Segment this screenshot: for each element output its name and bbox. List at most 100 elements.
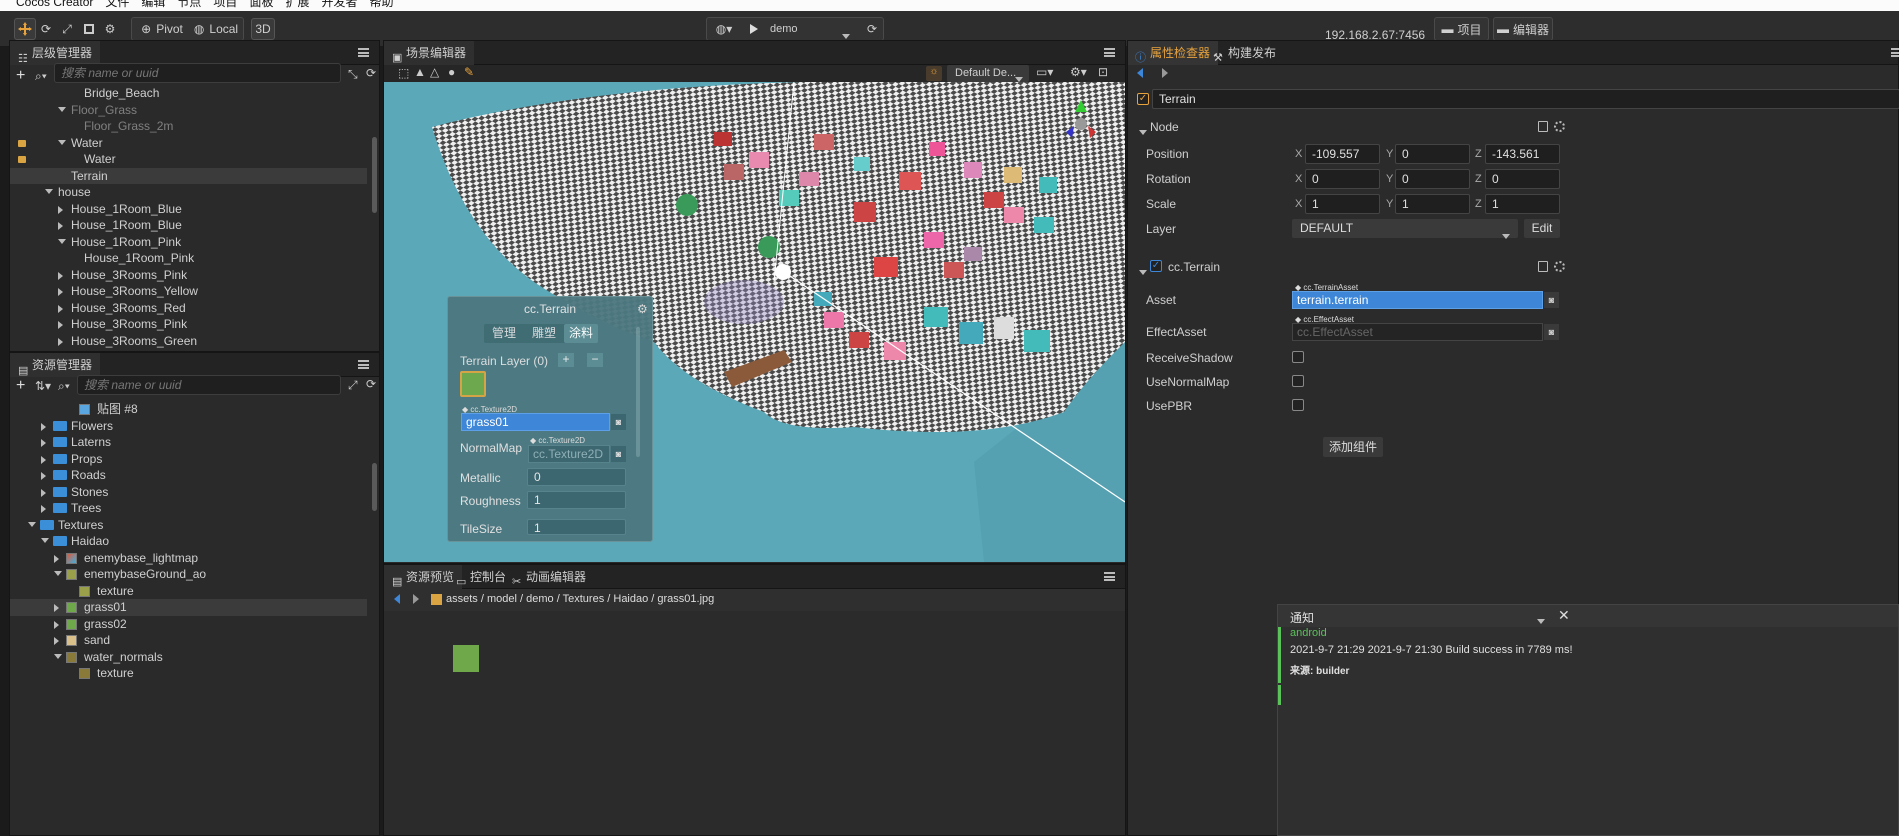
light-gizmo[interactable] [775, 264, 791, 280]
gear-icon[interactable]: ⚙▾ [1070, 65, 1087, 79]
breadcrumb-item[interactable]: Haidao [613, 593, 648, 605]
tab-scene[interactable]: ▣ 场景编辑器 [384, 41, 475, 65]
chevron-down-icon[interactable] [58, 139, 66, 145]
select-icon[interactable]: ⬚ [398, 66, 409, 80]
chevron-down-icon[interactable] [41, 538, 49, 543]
tab-animation[interactable]: ✂ 动画编辑器 [504, 565, 594, 589]
asset-field[interactable]: terrain.terrain [1292, 291, 1543, 309]
pivot-button[interactable]: ⊕ Pivot [136, 18, 188, 40]
editor-button[interactable]: ▬ 编辑器 [1494, 18, 1552, 40]
position-x-input[interactable]: -109.557 [1305, 144, 1380, 164]
effect-asset-field[interactable]: cc.EffectAsset [1292, 323, 1543, 341]
gear-icon[interactable] [1554, 121, 1565, 132]
breadcrumb-item[interactable]: Textures [563, 593, 605, 605]
chevron-right-icon[interactable] [41, 505, 46, 513]
bottom-menu-icon[interactable] [1104, 572, 1115, 581]
tab-inspector[interactable]: ⓘ 属性检查器 [1128, 41, 1219, 65]
asset-item[interactable]: 贴图 #8 [10, 401, 367, 418]
tab-manage[interactable]: 管理 [484, 324, 524, 343]
position-y-input[interactable]: 0 [1395, 144, 1470, 164]
menu-project[interactable]: 项目 [213, 0, 237, 11]
hierarchy-node[interactable]: House_1Room_Blue [10, 217, 367, 234]
breadcrumb-item[interactable]: assets [446, 593, 478, 605]
hierarchy-scrollbar[interactable] [372, 137, 377, 213]
asset-item[interactable]: Laterns [10, 434, 367, 451]
menu-developer[interactable]: 开发者 [321, 0, 357, 11]
mode-3d-button[interactable]: 3D [251, 18, 275, 40]
scale-z-input[interactable]: 1 [1485, 194, 1560, 214]
refresh-icon[interactable]: ⟳ [366, 66, 376, 80]
gear-icon[interactable]: ⚙ [637, 302, 648, 316]
menu-panel[interactable]: 面板 [249, 0, 273, 11]
chevron-down-icon[interactable] [1139, 264, 1147, 278]
hierarchy-node[interactable]: House_3Rooms_Pink [10, 316, 367, 333]
back-icon[interactable] [1137, 68, 1143, 78]
gear-icon[interactable] [1554, 261, 1565, 272]
asset-item[interactable]: Roads [10, 467, 367, 484]
chevron-right-icon[interactable] [41, 472, 46, 480]
chevron-right-icon[interactable] [58, 304, 63, 313]
menu-node[interactable]: 节点 [177, 0, 201, 11]
chevron-right-icon[interactable] [58, 271, 63, 280]
menu-edit[interactable]: 编辑 [141, 0, 165, 11]
asset-item[interactable]: texture [10, 583, 367, 600]
asset-item[interactable]: enemybase_lightmap [10, 550, 367, 567]
inspector-menu-icon[interactable] [1891, 48, 1899, 57]
drop-icon[interactable]: ● [448, 65, 455, 79]
pick-asset-icon[interactable]: ◙ [611, 414, 626, 430]
tilesize-input[interactable]: 1 [527, 519, 626, 535]
close-icon[interactable]: ✕ [1558, 607, 1570, 624]
asset-item[interactable]: Stones [10, 484, 367, 501]
assets-menu-icon[interactable] [358, 360, 369, 369]
scale-y-input[interactable]: 1 [1395, 194, 1470, 214]
hierarchy-node[interactable]: House_3Rooms_Pink [10, 267, 367, 284]
hierarchy-node[interactable]: Water [10, 135, 367, 152]
chevron-down-icon[interactable] [58, 106, 66, 112]
lock-icon[interactable] [18, 139, 26, 147]
add-asset-icon[interactable]: + [16, 377, 25, 395]
pick-asset-icon[interactable]: ◙ [611, 446, 626, 462]
asset-item[interactable]: sand [10, 632, 367, 649]
move-tool-button[interactable] [14, 18, 36, 40]
node-active-checkbox[interactable]: ✓ [1137, 93, 1149, 105]
rotation-z-input[interactable]: 0 [1485, 169, 1560, 189]
refresh-icon[interactable]: ⟳ [366, 377, 376, 391]
roughness-input[interactable]: 1 [527, 491, 626, 509]
doc-icon[interactable] [1538, 121, 1548, 132]
back-icon[interactable] [394, 594, 400, 604]
rotation-x-input[interactable]: 0 [1305, 169, 1380, 189]
chevron-right-icon[interactable] [58, 288, 63, 296]
chevron-right-icon[interactable] [41, 455, 46, 464]
chevron-right-icon[interactable] [58, 222, 63, 230]
layer-edit-button[interactable]: Edit [1524, 219, 1560, 238]
hierarchy-node[interactable]: house [10, 184, 367, 201]
tab-hierarchy[interactable]: ☷ 层级管理器 [10, 41, 101, 65]
chevron-down-icon[interactable] [1537, 613, 1545, 627]
asset-item[interactable]: water_normals [10, 649, 367, 666]
chevron-right-icon[interactable] [54, 604, 59, 612]
chevron-right-icon[interactable] [58, 205, 63, 214]
local-button[interactable]: ◍ Local [190, 18, 242, 40]
hierarchy-node[interactable]: House_3Rooms_Green [10, 333, 367, 350]
scale-tool-button[interactable]: ⤢ [57, 18, 77, 40]
terrain-raise-icon[interactable]: △ [430, 65, 439, 79]
tab-build[interactable]: ⚒ 构建发布 [1206, 41, 1284, 65]
assets-scrollbar[interactable] [372, 463, 377, 511]
texture-field[interactable]: grass01 [461, 413, 610, 431]
hierarchy-node[interactable]: Floor_Grass_2m [10, 118, 367, 135]
layer-thumbnail[interactable] [460, 371, 486, 397]
asset-item[interactable]: enemybaseGround_ao [10, 566, 367, 583]
hierarchy-node[interactable]: Terrain [10, 167, 367, 184]
lock-icon[interactable] [18, 156, 26, 163]
tab-assets[interactable]: ▤ 资源管理器 [10, 353, 101, 377]
chevron-right-icon[interactable] [41, 488, 46, 497]
platform-select[interactable]: ◍▾ [710, 18, 738, 40]
asset-item[interactable]: Flowers [10, 418, 367, 435]
play-button[interactable] [744, 18, 764, 40]
add-node-icon[interactable]: + [16, 67, 25, 85]
chevron-right-icon[interactable] [41, 439, 46, 447]
chevron-right-icon[interactable] [41, 422, 46, 431]
chevron-down-icon[interactable] [54, 571, 62, 576]
project-button[interactable]: ▬ 项目 [1435, 18, 1488, 40]
asset-item[interactable]: Trees [10, 500, 367, 517]
